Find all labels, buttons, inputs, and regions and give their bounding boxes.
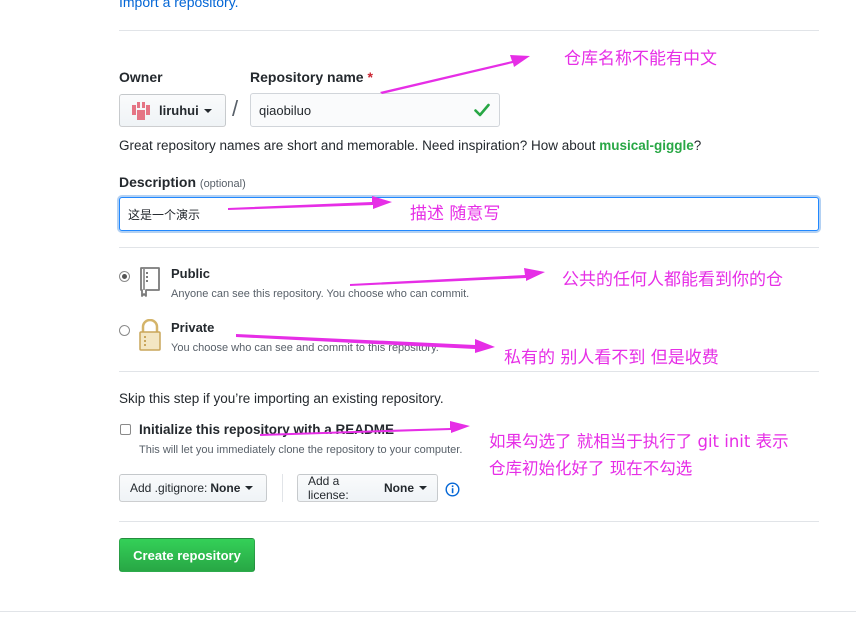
- annotation-description: 描述 随意写: [410, 204, 501, 224]
- annotation-readme-line2: 仓库初始化好了 现在不勾选: [489, 459, 693, 478]
- annotation-arrows: [228, 55, 545, 436]
- arrow-description: [228, 196, 392, 210]
- annotation-public: 公共的任何人都能看到你的仓: [562, 270, 783, 290]
- arrow-name: [380, 55, 530, 94]
- annotation-private: 私有的 别人看不到 但是收费: [504, 348, 719, 368]
- arrow-private: [236, 334, 495, 353]
- arrow-public: [350, 268, 545, 286]
- annotation-readme-line1: 如果勾选了 就相当于执行了 git init 表示: [489, 432, 789, 451]
- annotation-name: 仓库名称不能有中文: [564, 49, 717, 69]
- arrow-readme: [260, 421, 470, 436]
